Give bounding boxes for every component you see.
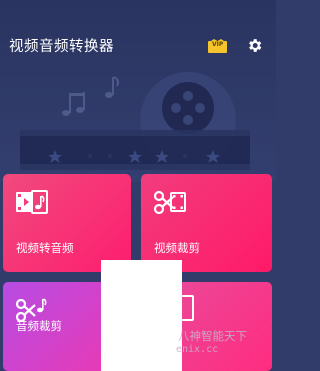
header-illustration (20, 72, 250, 170)
watermark-url: enix.cc (176, 344, 219, 355)
tile-video-to-audio[interactable]: 视频转音频 (3, 174, 131, 272)
music-note-icon (62, 92, 85, 116)
tile-video-crop[interactable]: 视频裁剪 (141, 174, 272, 272)
watermark-text: 八神智能天下 (178, 329, 247, 343)
tile-label: 音频裁剪 (16, 319, 62, 333)
blank-overlay (101, 260, 182, 371)
tile-label: 视频转音频 (16, 241, 74, 255)
app-title: 视频音频转换器 (9, 39, 114, 55)
gear-icon[interactable] (246, 37, 263, 54)
video-scissors-icon (153, 190, 186, 215)
vip-label: VIP (212, 41, 224, 48)
film-reel-icon (162, 82, 214, 134)
tile-label: 视频裁剪 (154, 241, 200, 255)
header-background (0, 0, 276, 182)
vip-badge-icon[interactable]: VIP (208, 38, 227, 53)
music-note-small-icon (105, 76, 119, 98)
video-to-music-icon (16, 190, 48, 214)
